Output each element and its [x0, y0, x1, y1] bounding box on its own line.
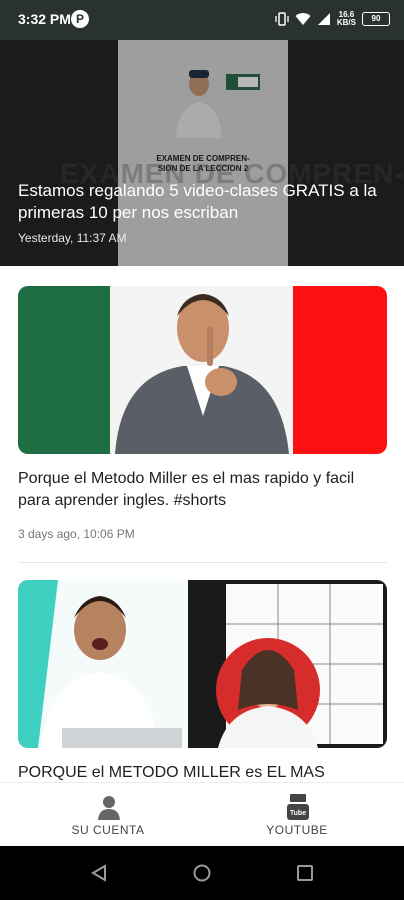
nav-label: SU CUENTA	[71, 823, 145, 837]
post-title: PORQUE el METODO MILLER es EL MAS	[18, 764, 325, 781]
youtube-icon: Tube	[287, 794, 309, 820]
nav-item-youtube[interactable]: Tube YOUTUBE	[207, 783, 387, 847]
featured-post[interactable]: EXAMEN DE COMPREN- SION DE LA LECCION 2 E…	[0, 40, 404, 266]
post-time: 3 days ago, 10:06 PM	[18, 527, 135, 541]
wifi-icon	[295, 13, 311, 25]
nav-item-su-cuenta[interactable]: SU CUENTA	[18, 783, 198, 847]
recents-icon[interactable]	[296, 864, 314, 882]
post-title: Porque el Metodo Miller es el mas rapido…	[18, 470, 355, 509]
signal-icon	[317, 13, 330, 25]
divider	[18, 562, 387, 563]
vibrate-icon	[275, 12, 289, 26]
post-thumbnail	[18, 286, 387, 454]
nav-label: YOUTUBE	[266, 823, 328, 837]
post-card[interactable]: Porque el Metodo Miller es el mas rapido…	[0, 286, 404, 562]
featured-post-time: Yesterday, 11:37 AM	[18, 231, 127, 245]
status-bar: 3:32 PM P 16.6 KB/S 90	[0, 0, 404, 40]
home-icon[interactable]	[193, 864, 211, 882]
svg-text:Tube: Tube	[290, 810, 306, 817]
network-speed: 16.6 KB/S	[336, 10, 356, 27]
post-card[interactable]: PORQUE el METODO MILLER es EL MAS	[0, 580, 404, 782]
post-thumbnail	[18, 580, 387, 748]
presenter-shh-image	[115, 294, 289, 454]
app-notification-icon: P	[71, 10, 89, 28]
excited-boy-image	[18, 580, 188, 748]
system-navigation-bar	[0, 846, 404, 900]
status-time: 3:32 PM	[18, 11, 71, 27]
bottom-navigation: SU CUENTA Tube YOUTUBE	[0, 782, 404, 847]
person-icon	[98, 796, 120, 820]
grammar-table-image	[188, 580, 387, 748]
battery-icon: 90	[362, 12, 390, 26]
featured-post-title: Estamos regalando 5 video-clases GRATIS …	[18, 181, 377, 222]
status-icons: 16.6 KB/S 90	[275, 11, 390, 27]
back-icon[interactable]	[90, 864, 108, 882]
